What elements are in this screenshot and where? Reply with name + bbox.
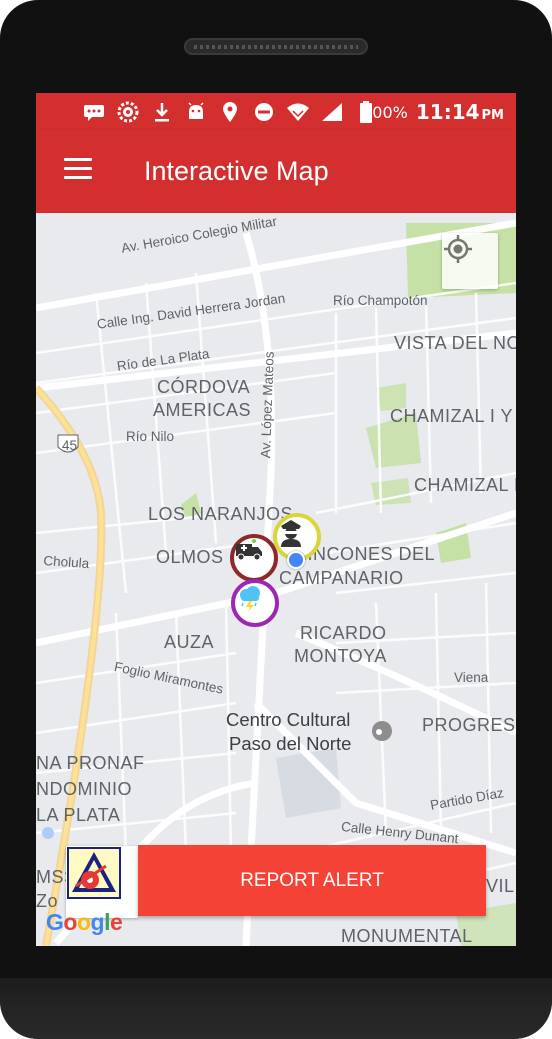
- neighborhood-label: PROGRESIS: [422, 715, 516, 735]
- neighborhood-label: MONUMENTAL: [341, 926, 473, 946]
- clock: 11:14 PM: [416, 100, 504, 124]
- poi-marker[interactable]: [372, 721, 392, 741]
- my-location-button[interactable]: [442, 233, 498, 289]
- battery-percent: 100%: [362, 102, 408, 122]
- street-label: Cholula: [42, 553, 90, 572]
- user-location-dot: [287, 551, 305, 569]
- status-bar: 100% 11:14 PM: [36, 93, 516, 130]
- google-logo: Google: [46, 909, 123, 935]
- do-not-disturb-icon: [252, 101, 276, 123]
- hamburger-menu-icon[interactable]: [64, 158, 92, 182]
- phone-speaker: [184, 38, 368, 55]
- download-icon: [150, 101, 174, 123]
- settings-gear-icon: [116, 101, 140, 123]
- neighborhood-label: NA PRONAF: [36, 753, 145, 773]
- phone-bottom-bezel: [0, 978, 552, 1039]
- neighborhood-label: MONTOYA: [294, 646, 387, 666]
- app-screen: 100% 11:14 PM Interactive Map 45 Av. Her…: [36, 93, 516, 946]
- clock-ampm: PM: [481, 108, 504, 123]
- neighborhood-label: CÓRDOVA: [157, 377, 251, 397]
- location-pin-icon: [218, 101, 242, 123]
- phone-frame: 100% 11:14 PM Interactive Map 45 Av. Her…: [0, 0, 552, 1039]
- message-icon: [82, 101, 106, 123]
- neighborhood-label: VISTA DEL NO: [394, 333, 516, 353]
- clock-time: 11:14: [415, 100, 480, 124]
- signal-icon: [320, 101, 344, 123]
- page-title: Interactive Map: [144, 156, 329, 186]
- ambulance-icon: [236, 539, 262, 561]
- neighborhood-label: LOS NARANJOS: [148, 504, 294, 524]
- police-officer-icon: [281, 520, 301, 547]
- ambulance-alert-marker[interactable]: [230, 534, 278, 582]
- neighborhood-label: AMERICAS: [153, 400, 252, 420]
- storm-alert-marker[interactable]: [231, 579, 279, 627]
- neighborhood-label: RICARDO: [300, 623, 387, 643]
- neighborhood-label: CHAMIZAL I Y: [390, 406, 514, 426]
- street-label: Viena: [454, 670, 489, 685]
- wifi-icon: [286, 101, 310, 123]
- street-label: Río Nilo: [126, 429, 175, 444]
- android-icon: [184, 101, 208, 123]
- storm-cloud-icon: [240, 586, 260, 612]
- neighborhood-label: CAMPANARIO: [279, 568, 404, 588]
- poi-name-line1: Centro Cultural: [226, 709, 351, 730]
- neighborhood-label: LA PLATA: [36, 805, 121, 825]
- interactive-map[interactable]: 45 Av. Heroico Colegio Militar Calle Ing…: [36, 213, 516, 946]
- neighborhood-label: OLMOS: [156, 547, 224, 567]
- neighborhood-label: NDOMINIO: [36, 779, 132, 799]
- report-alert-button[interactable]: REPORT ALERT: [138, 845, 486, 916]
- poi-name-line2: Paso del Norte: [229, 733, 352, 754]
- app-logo-icon[interactable]: [66, 846, 138, 918]
- neighborhood-label: VIL: [486, 876, 515, 896]
- street-label: Río Champotón: [333, 293, 428, 308]
- neighborhood-label: AUZA: [164, 632, 215, 652]
- my-location-crosshair-icon: [444, 235, 472, 263]
- highway-shield-label: 45: [62, 438, 78, 453]
- app-bar: Interactive Map: [36, 130, 516, 213]
- neighborhood-label: CHAMIZAL I: [414, 475, 516, 495]
